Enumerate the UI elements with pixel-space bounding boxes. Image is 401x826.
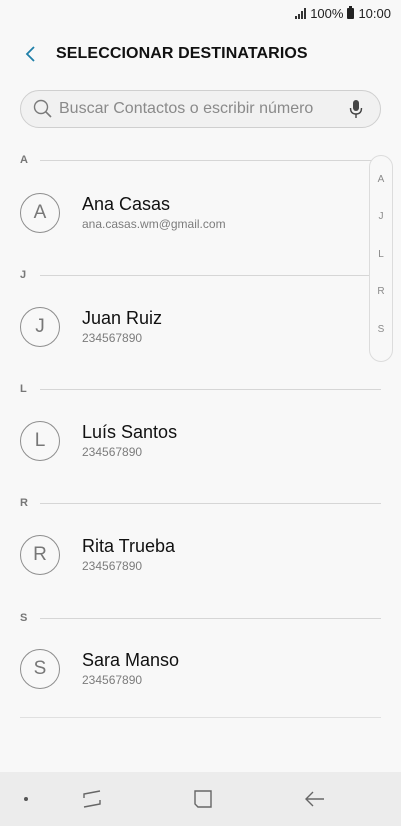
back-nav-button[interactable] (301, 785, 329, 813)
avatar: R (20, 535, 60, 575)
contact-item[interactable]: A Ana Casas ana.casas.wm@gmail.com (20, 185, 370, 241)
contact-item[interactable]: R Rita Trueba 234567890 (20, 527, 370, 583)
contact-item[interactable]: L Luís Santos 234567890 (20, 413, 370, 469)
battery-icon (347, 5, 355, 19)
home-button[interactable] (189, 785, 217, 813)
section-letter: R (20, 497, 28, 509)
search-icon (33, 99, 52, 118)
index-letter-l[interactable]: L (378, 249, 384, 286)
index-letter-a[interactable]: A (378, 174, 385, 211)
home-icon (194, 790, 212, 808)
contact-detail: ana.casas.wm@gmail.com (82, 217, 226, 231)
page-title: SELECCIONAR DESTINATARIOS (56, 45, 308, 62)
section-header-r: R (20, 496, 381, 510)
avatar: A (20, 193, 60, 233)
divider (40, 388, 381, 390)
chevron-left-icon (25, 46, 35, 62)
section-letter: A (20, 154, 28, 166)
battery-percentage: 100% (310, 5, 344, 21)
divider (40, 159, 381, 161)
status-bar: 100% 10:00 (0, 0, 401, 26)
section-letter: J (20, 269, 27, 281)
contact-detail: 234567890 (82, 559, 143, 573)
section-letter: S (20, 612, 28, 624)
contact-item[interactable]: S Sara Manso 234567890 (20, 641, 370, 697)
back-button[interactable] (8, 36, 54, 72)
contact-detail: 234567890 (82, 673, 143, 687)
system-navigation-bar (0, 772, 401, 826)
section-header-a: A (20, 153, 381, 167)
app-header: SELECCIONAR DESTINATARIOS (0, 36, 401, 72)
voice-input-button[interactable] (344, 97, 368, 121)
search-bar (20, 90, 381, 128)
contact-item[interactable]: J Juan Ruiz 234567890 (20, 299, 370, 355)
recent-apps-button[interactable] (78, 785, 106, 813)
contact-name: Luís Santos (82, 422, 178, 442)
contact-detail: 234567890 (82, 445, 143, 459)
divider (40, 617, 381, 619)
signal-icon (295, 7, 307, 19)
divider (40, 274, 381, 276)
microphone-icon (349, 100, 363, 118)
divider (40, 502, 381, 504)
alphabet-index-bar[interactable]: A J L R S (369, 155, 393, 362)
section-header-j: J (20, 268, 381, 282)
nav-indicator-dot (24, 797, 28, 801)
index-letter-j[interactable]: J (379, 211, 384, 248)
section-letter: L (20, 383, 27, 395)
divider (20, 717, 381, 718)
avatar: J (20, 307, 60, 347)
clock: 10:00 (358, 5, 391, 21)
avatar: L (20, 421, 60, 461)
contact-name: Rita Trueba (82, 536, 176, 556)
contact-name: Sara Manso (82, 650, 180, 670)
index-letter-r[interactable]: R (377, 286, 384, 323)
recent-apps-icon (83, 790, 101, 808)
index-letter-s[interactable]: S (378, 324, 385, 361)
contact-name: Juan Ruiz (82, 308, 163, 328)
back-arrow-icon (305, 791, 324, 807)
contact-detail: 234567890 (82, 331, 143, 345)
avatar: S (20, 649, 60, 689)
contact-name: Ana Casas (82, 194, 171, 214)
search-input[interactable] (59, 100, 344, 118)
section-header-l: L (20, 382, 381, 396)
section-header-s: S (20, 611, 381, 625)
